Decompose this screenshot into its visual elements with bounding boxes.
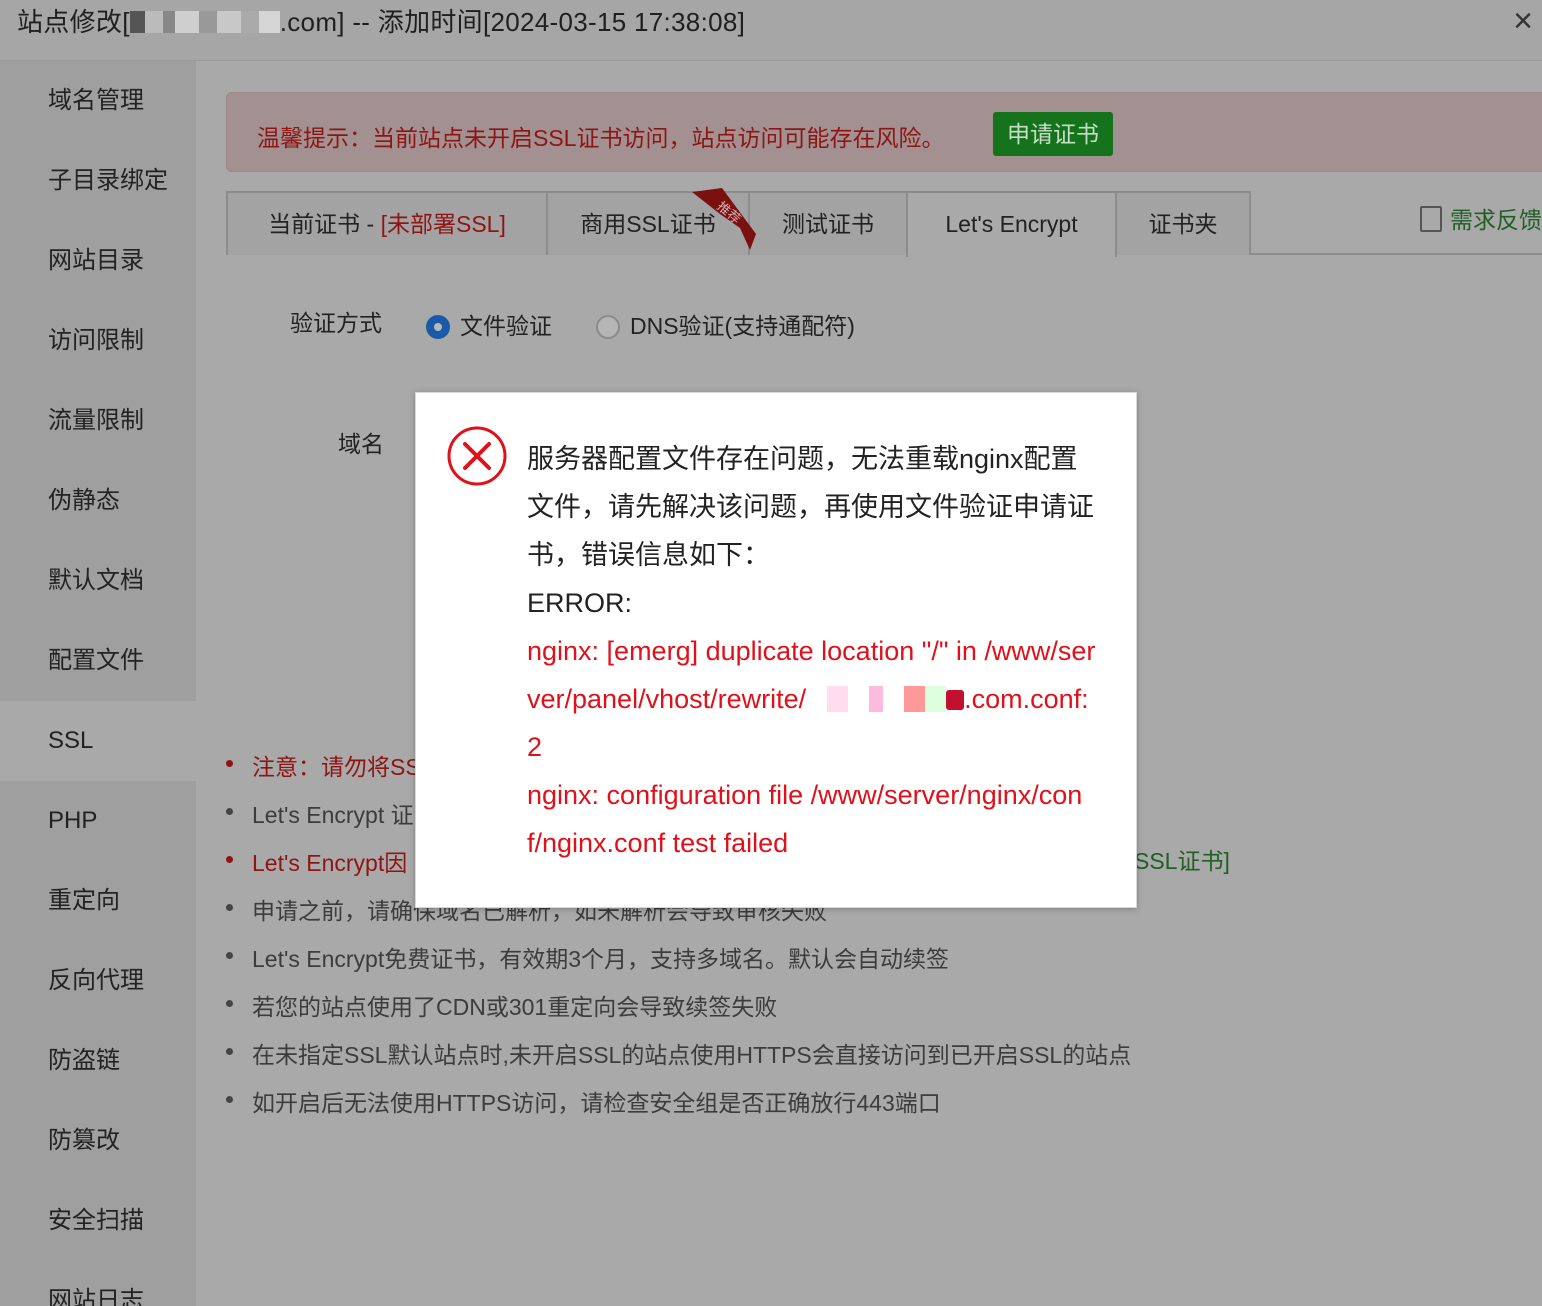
list-item: Let's Encrypt 证 — [226, 796, 414, 830]
error-description: 服务器配置文件存在问题，无法重载nginx配置文件，请先解决该问题，再使用文件验… — [527, 444, 1094, 570]
domain-label: 域名 — [338, 431, 384, 457]
error-heading: ERROR: — [527, 588, 633, 618]
redacted-path — [806, 686, 947, 712]
tab-certificate-folder[interactable]: 证书夹 — [1115, 191, 1251, 255]
list-item: Let's Encrypt因 — [226, 844, 407, 878]
sidebar-item-proxy[interactable]: 反向代理 — [0, 941, 196, 1021]
sidebar-item-default-doc[interactable]: 默认文档 — [0, 541, 196, 621]
redacted-fragment — [946, 690, 965, 710]
dialog-titlebar: 站点修改[.com] -- 添加时间[2024-03-15 17:38:08] … — [0, 0, 1542, 61]
sidebar-item-subdir[interactable]: 子目录绑定 — [0, 141, 196, 221]
sidebar-item-traffic[interactable]: 流量限制 — [0, 381, 196, 461]
edit-icon — [1420, 206, 1442, 232]
sidebar-item-tamper[interactable]: 防篡改 — [0, 1101, 196, 1181]
sidebar-item-domain[interactable]: 域名管理 — [0, 61, 196, 141]
list-item: 如开启后无法使用HTTPS访问，请检查安全组是否正确放行443端口 — [226, 1084, 941, 1118]
list-item: 在未指定SSL默认站点时,未开启SSL的站点使用HTTPS会直接访问到已开启SS… — [226, 1036, 1131, 1070]
apply-certificate-button[interactable]: 申请证书 — [993, 112, 1113, 156]
recommend-ribbon-icon: 推荐 — [692, 188, 756, 250]
error-message: 服务器配置文件存在问题，无法重载nginx配置文件，请先解决该问题，再使用文件验… — [527, 435, 1097, 627]
dialog-title: 站点修改[ .com] -- 添加时间[2024-03-15 17:38:08] — [17, 2, 745, 39]
list-item: 若您的站点使用了CDN或301重定向会导致续签失败 — [226, 988, 777, 1022]
list-item: 注意：请勿将SS — [226, 748, 421, 782]
tab-test-certificate[interactable]: 测试证书 — [748, 191, 908, 255]
file-verify-radio[interactable] — [426, 315, 450, 339]
sidebar-item-access[interactable]: 访问限制 — [0, 301, 196, 381]
feedback-label: 需求反馈 — [1450, 207, 1542, 233]
title-suffix: .com] -- 添加时间[2024-03-15 17:38:08] — [279, 7, 746, 37]
tab-current-label: 当前证书 - — [268, 211, 381, 237]
alert-text: 温馨提示：当前站点未开启SSL证书访问，站点访问可能存在风险。 — [257, 125, 945, 151]
verify-method-label: 验证方式 — [290, 310, 382, 336]
close-icon[interactable]: × — [1506, 4, 1540, 38]
error-dialog: 服务器配置文件存在问题，无法重载nginx配置文件，请先解决该问题，再使用文件验… — [415, 392, 1137, 908]
error-circle-icon — [447, 426, 507, 486]
sidebar-item-sitedir[interactable]: 网站目录 — [0, 221, 196, 301]
sidebar-item-redirect[interactable]: 重定向 — [0, 861, 196, 941]
sidebar-item-ssl[interactable]: SSL — [0, 701, 196, 781]
redacted-domain — [129, 11, 280, 33]
sidebar-item-rewrite[interactable]: 伪静态 — [0, 461, 196, 541]
dns-verify-label[interactable]: DNS验证(支持通配符) — [630, 307, 855, 341]
dns-verify-radio[interactable] — [596, 315, 620, 339]
certificate-tabs: 当前证书 - [未部署SSL] 商用SSL证书 测试证书 Let's Encry… — [226, 191, 1542, 257]
error-details: nginx: [emerg] duplicate location "/" in… — [527, 627, 1097, 867]
sidebar-item-hotlink[interactable]: 防盗链 — [0, 1021, 196, 1101]
feedback-link[interactable]: 需求反馈 — [1420, 201, 1542, 235]
list-item: Let's Encrypt免费证书，有效期3个月，支持多域名。默认会自动续签 — [226, 940, 949, 974]
tab-current-certificate[interactable]: 当前证书 - [未部署SSL] — [226, 191, 548, 255]
sidebar-item-logs[interactable]: 网站日志 — [0, 1261, 196, 1306]
file-verify-label[interactable]: 文件验证 — [460, 307, 552, 341]
tab-lets-encrypt[interactable]: Let's Encrypt — [906, 191, 1117, 257]
sidebar-item-php[interactable]: PHP — [0, 781, 196, 861]
ssl-certificate-link[interactable]: SSL证书] — [1134, 842, 1230, 876]
ssl-warning-alert: 温馨提示：当前站点未开启SSL证书访问，站点访问可能存在风险。 申请证书 — [226, 92, 1542, 172]
tab-current-status: [未部署SSL] — [380, 211, 506, 237]
error-line-test-failed: nginx: configuration file /www/server/ng… — [527, 780, 1083, 858]
error-line-duplicate-location: nginx: [emerg] duplicate location "/" in… — [527, 627, 1097, 771]
sidebar-item-scan[interactable]: 安全扫描 — [0, 1181, 196, 1261]
sidebar-item-config[interactable]: 配置文件 — [0, 621, 196, 701]
title-prefix: 站点修改[ — [17, 7, 130, 37]
settings-sidebar: 域名管理 子目录绑定 网站目录 访问限制 流量限制 伪静态 默认文档 配置文件 … — [0, 61, 196, 1306]
